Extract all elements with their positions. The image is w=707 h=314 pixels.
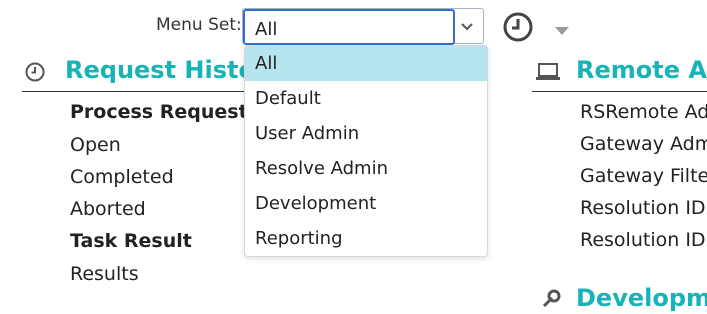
menu-set-combobox[interactable]: All	[242, 8, 484, 45]
section-divider	[22, 91, 270, 92]
laptop-icon	[535, 62, 561, 86]
development-title: Developme	[576, 284, 707, 312]
dropdown-option-reporting[interactable]: Reporting	[245, 221, 487, 256]
remote-admin-title: Remote Ad	[576, 56, 707, 84]
dropdown-option-all[interactable]: All	[245, 46, 487, 81]
list-item-resolution-id-2[interactable]: Resolution ID	[580, 229, 706, 251]
list-item-gateway-admin[interactable]: Gateway Adm	[580, 133, 707, 155]
history-clock-icon[interactable]	[502, 11, 534, 47]
menu-set-label: Menu Set:	[156, 15, 242, 35]
list-item-aborted[interactable]: Aborted	[70, 198, 146, 220]
list-item-completed[interactable]: Completed	[70, 166, 174, 188]
wrench-icon	[540, 288, 562, 314]
dropdown-option-resolve-admin[interactable]: Resolve Admin	[245, 151, 487, 186]
list-item-open[interactable]: Open	[70, 134, 121, 156]
list-item-gateway-filter[interactable]: Gateway Filte	[580, 165, 707, 187]
request-history-title: Request Histor	[65, 56, 267, 84]
clock-icon	[24, 61, 46, 87]
list-item-task-result: Task Result	[70, 230, 192, 252]
chevron-down-icon[interactable]	[451, 9, 483, 45]
menu-set-input[interactable]: All	[243, 9, 455, 45]
section-divider	[532, 91, 707, 92]
dropdown-option-user-admin[interactable]: User Admin	[245, 116, 487, 151]
list-item-rsremote-admin[interactable]: RSRemote Adr	[580, 101, 707, 123]
caret-down-icon[interactable]	[554, 21, 570, 40]
list-item-results[interactable]: Results	[70, 263, 139, 285]
list-item-resolution-id-1[interactable]: Resolution ID	[580, 197, 706, 219]
dropdown-option-development[interactable]: Development	[245, 186, 487, 221]
list-item-process-request: Process Request	[70, 101, 248, 123]
menu-set-dropdown: All Default User Admin Resolve Admin Dev…	[244, 45, 488, 257]
dropdown-option-default[interactable]: Default	[245, 81, 487, 116]
